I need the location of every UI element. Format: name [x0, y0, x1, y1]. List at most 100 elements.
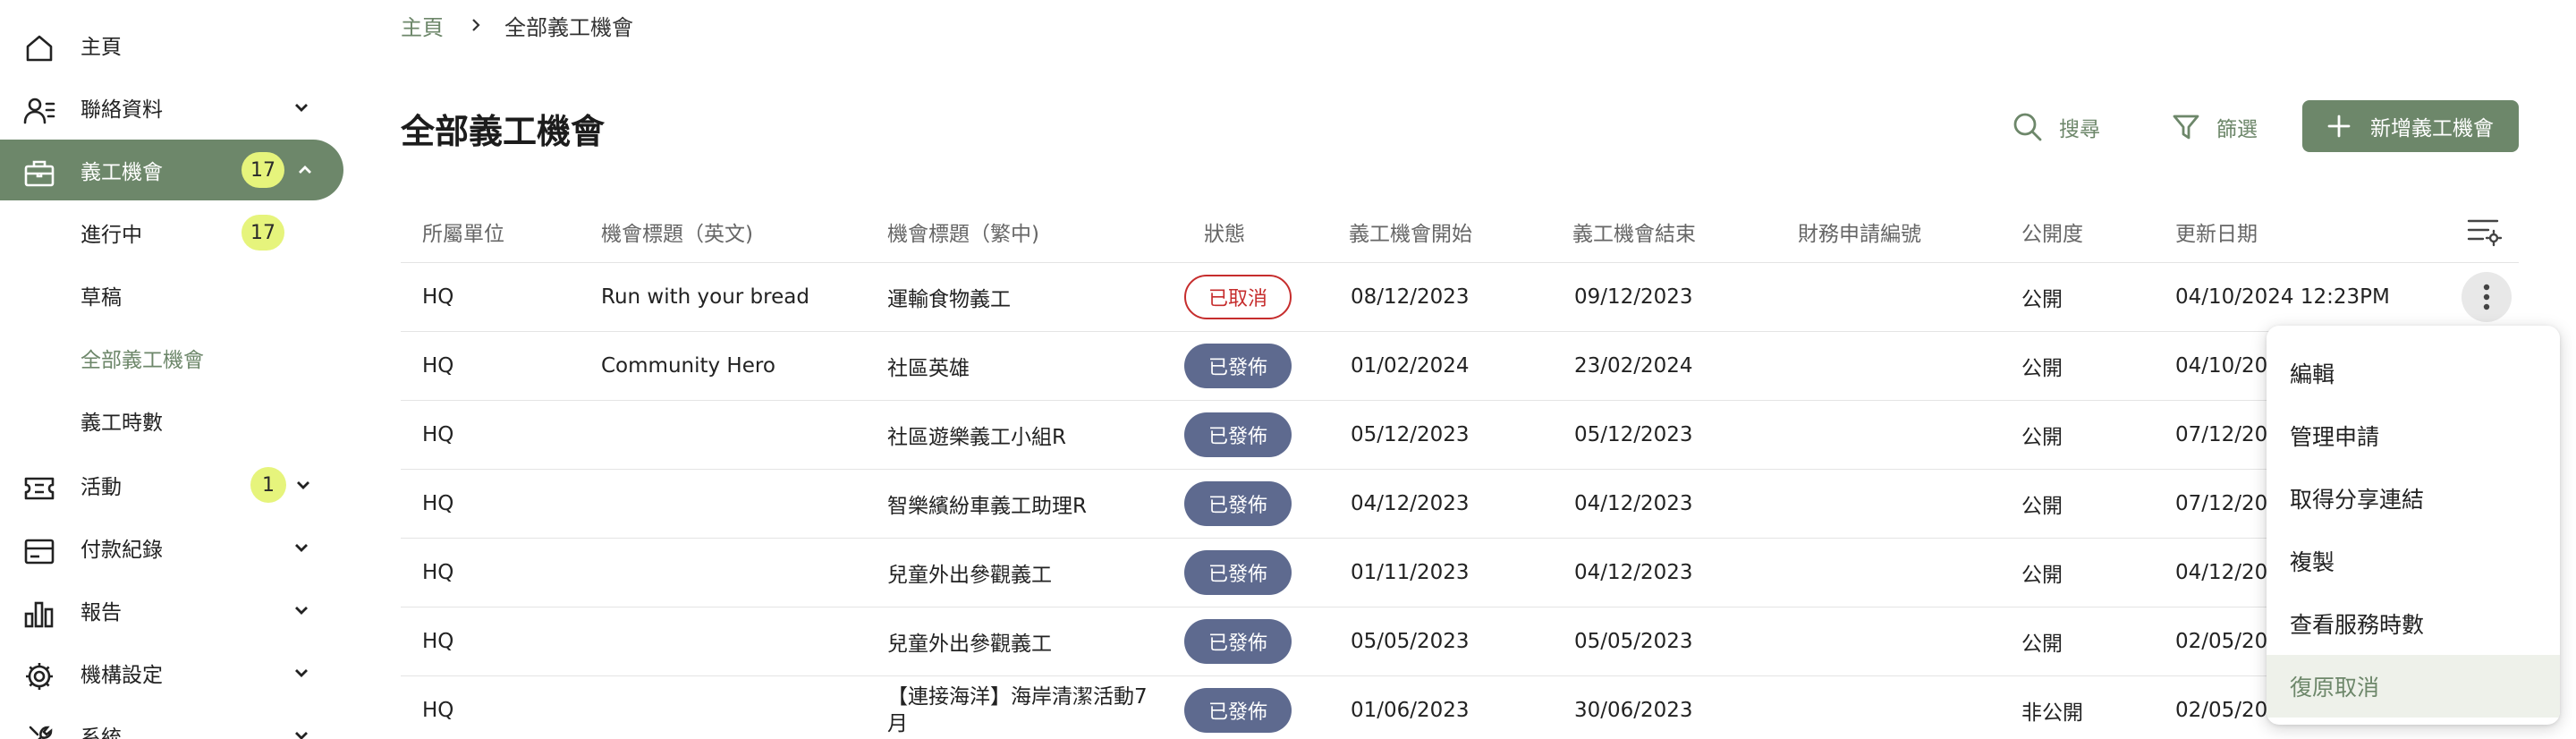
- cell-visibility: 公開: [2021, 633, 2063, 656]
- sidebar-item-home[interactable]: 主頁: [0, 14, 343, 75]
- contacts-icon: [23, 98, 55, 124]
- menu-item-edit[interactable]: 編輯: [2267, 342, 2560, 404]
- column-header[interactable]: 財務申請編號: [1798, 217, 1921, 247]
- sidebar: 主頁 聯絡資料 義工機會 17 進行中 17 草稿 全部義工機會 義工時數 活動…: [0, 0, 358, 739]
- cell-unit: HQ: [422, 561, 454, 584]
- status-badge: 已發佈: [1184, 619, 1292, 664]
- breadcrumb-home-link[interactable]: 主頁: [401, 10, 444, 41]
- sidebar-item-label: 聯絡資料: [80, 98, 163, 122]
- row-actions-button[interactable]: [2462, 272, 2512, 322]
- chevron-up-icon[interactable]: [295, 160, 315, 180]
- sidebar-item-system[interactable]: 系統: [0, 705, 343, 739]
- table-row[interactable]: HQ 【連接海洋】海岸清潔活動7月 已發佈 01/06/2023 30/06/2…: [401, 676, 2519, 739]
- app-root: 主頁 聯絡資料 義工機會 17 進行中 17 草稿 全部義工機會 義工時數 活動…: [0, 0, 2576, 739]
- sidebar-item-label: 活動: [80, 476, 122, 499]
- filter-button[interactable]: 篩選: [2172, 104, 2258, 150]
- column-header[interactable]: 狀態: [1204, 217, 1245, 247]
- status-badge: 已發佈: [1184, 688, 1292, 733]
- cell-start-date: 01/02/2024: [1351, 354, 1470, 378]
- cell-start-date: 05/12/2023: [1351, 423, 1470, 446]
- cell-unit: HQ: [422, 492, 454, 515]
- search-button-label: 搜尋: [2059, 118, 2100, 141]
- sidebar-subitem-label: 全部義工機會: [80, 349, 204, 372]
- cell-end-date: 23/02/2024: [1574, 354, 1693, 378]
- table-row[interactable]: HQ Run with your bread 運輸食物義工 已取消 08/12/…: [401, 263, 2519, 332]
- chevron-down-icon[interactable]: [292, 538, 311, 557]
- row-actions-menu: 編輯 管理申請 取得分享連結 複製 查看服務時數 復原取消: [2267, 326, 2560, 725]
- cell-start-date: 04/12/2023: [1351, 492, 1470, 515]
- sidebar-subitem-label: 草稿: [80, 286, 122, 310]
- cell-start-date: 08/12/2023: [1351, 285, 1470, 309]
- menu-item-view-hours[interactable]: 查看服務時數: [2267, 592, 2560, 655]
- column-header[interactable]: 所屬單位: [422, 217, 504, 247]
- menu-item-manage-applications[interactable]: 管理申請: [2267, 404, 2560, 467]
- sidebar-subitem-draft[interactable]: 草稿: [80, 268, 349, 322]
- chevron-right-icon: [472, 19, 480, 31]
- column-header[interactable]: 義工機會結束: [1572, 217, 1696, 247]
- menu-item-restore-cancel[interactable]: 復原取消: [2267, 655, 2560, 718]
- filter-icon: [2173, 115, 2199, 140]
- menu-item-duplicate[interactable]: 複製: [2267, 530, 2560, 592]
- opportunities-table: 所屬單位 機會標題（英文) 機會標題（繁中) 狀態 義工機會開始 義工機會結束 …: [401, 195, 2519, 739]
- cell-unit: HQ: [422, 354, 454, 378]
- sidebar-subitem-hours[interactable]: 義工時數: [80, 394, 349, 447]
- column-header[interactable]: 義工機會開始: [1349, 217, 1472, 247]
- plus-icon: [2327, 115, 2351, 138]
- sidebar-item-label: 機構設定: [80, 664, 163, 687]
- cell-unit: HQ: [422, 423, 454, 446]
- home-icon: [26, 35, 53, 62]
- cell-title-zh: 運輸食物義工: [887, 288, 1011, 311]
- sidebar-item-contacts[interactable]: 聯絡資料: [0, 77, 343, 138]
- cell-visibility: 公開: [2021, 564, 2063, 587]
- filter-button-label: 篩選: [2216, 118, 2258, 141]
- sidebar-subitem-active[interactable]: 進行中 17: [80, 206, 349, 259]
- chevron-down-icon[interactable]: [292, 663, 311, 683]
- column-header[interactable]: 公開度: [2021, 217, 2083, 247]
- page-title: 全部義工機會: [401, 112, 606, 151]
- table-row[interactable]: HQ 社區遊樂義工小組R 已發佈 05/12/2023 05/12/2023 公…: [401, 401, 2519, 470]
- more-vertical-icon: [2483, 284, 2490, 310]
- table-row[interactable]: HQ 智樂繽紛車義工助理R 已發佈 04/12/2023 04/12/2023 …: [401, 470, 2519, 539]
- cell-visibility: 非公開: [2021, 701, 2083, 725]
- sidebar-item-volunteer[interactable]: 義工機會 17: [0, 140, 343, 200]
- status-badge: 已發佈: [1184, 344, 1292, 388]
- bar-chart-icon: [24, 601, 54, 628]
- cell-title-zh: 智樂繽紛車義工助理R: [887, 495, 1087, 518]
- add-opportunity-button[interactable]: 新增義工機會: [2302, 100, 2519, 152]
- breadcrumb-current: 全部義工機會: [504, 14, 633, 40]
- menu-item-share-link[interactable]: 取得分享連結: [2267, 467, 2560, 530]
- sidebar-item-label: 主頁: [80, 36, 122, 59]
- cell-end-date: 05/12/2023: [1574, 423, 1693, 446]
- sidebar-subitem-all[interactable]: 全部義工機會: [80, 331, 349, 385]
- cell-end-date: 30/06/2023: [1574, 699, 1693, 722]
- sidebar-item-label: 義工機會: [80, 161, 163, 184]
- cell-visibility: 公開: [2021, 288, 2063, 311]
- column-header[interactable]: 機會標題（繁中): [887, 217, 1039, 247]
- status-badge: 已取消: [1184, 275, 1292, 319]
- status-badge: 已發佈: [1184, 481, 1292, 526]
- column-header[interactable]: 機會標題（英文): [601, 217, 753, 247]
- sidebar-item-reports[interactable]: 報告: [0, 580, 343, 641]
- sidebar-item-org-settings[interactable]: 機構設定: [0, 642, 343, 703]
- cell-title-zh: 社區英雄: [887, 357, 970, 380]
- table-row[interactable]: HQ Community Hero 社區英雄 已發佈 01/02/2024 23…: [401, 332, 2519, 401]
- cell-visibility: 公開: [2021, 495, 2063, 518]
- table-row[interactable]: HQ 兒童外出參觀義工 已發佈 05/05/2023 05/05/2023 公開…: [401, 607, 2519, 676]
- cell-unit: HQ: [422, 630, 454, 653]
- cell-start-date: 05/05/2023: [1351, 630, 1470, 653]
- cell-end-date: 04/12/2023: [1574, 561, 1693, 584]
- chevron-down-icon[interactable]: [293, 475, 313, 495]
- chevron-down-icon[interactable]: [292, 98, 311, 117]
- column-header[interactable]: 更新日期: [2175, 217, 2258, 247]
- search-button[interactable]: 搜尋: [2012, 104, 2100, 150]
- sidebar-item-events[interactable]: 活動 1: [0, 454, 343, 515]
- cell-title-zh: 社區遊樂義工小組R: [887, 426, 1066, 449]
- table-row[interactable]: HQ 兒童外出參觀義工 已發佈 01/11/2023 04/12/2023 公開…: [401, 539, 2519, 607]
- chevron-down-icon[interactable]: [292, 726, 311, 739]
- sidebar-item-label: 付款紀錄: [80, 539, 163, 562]
- sidebar-item-payments[interactable]: 付款紀錄: [0, 517, 343, 578]
- chevron-down-icon[interactable]: [292, 600, 311, 620]
- cell-unit: HQ: [422, 699, 454, 722]
- cell-title-zh: 兒童外出參觀義工: [887, 633, 1052, 656]
- column-settings-icon[interactable]: [2467, 217, 2503, 247]
